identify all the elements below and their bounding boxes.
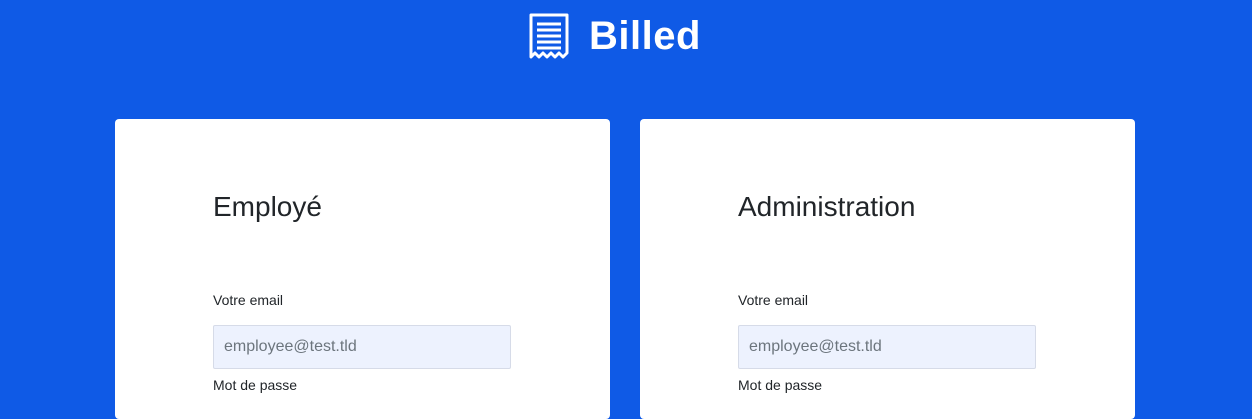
brand: Billed [527, 10, 701, 62]
admin-email-label: Votre email [738, 292, 809, 308]
employee-email-label: Votre email [213, 292, 284, 308]
receipt-icon [527, 12, 571, 60]
admin-password-label: Mot de passe [738, 377, 823, 393]
admin-login-card: Administration Votre email employee@test… [640, 119, 1135, 419]
app-header: Billed [0, 0, 1252, 70]
admin-email-input[interactable]: employee@test.tld [738, 325, 1036, 369]
employee-password-label: Mot de passe [213, 377, 298, 393]
employee-email-input[interactable]: employee@test.tld [213, 325, 511, 369]
admin-card-title: Administration [738, 191, 916, 222]
app-title: Billed [589, 14, 701, 58]
employee-login-card: Employé Votre email employee@test.tld Mo… [115, 119, 610, 419]
employee-card-title: Employé [213, 191, 322, 222]
